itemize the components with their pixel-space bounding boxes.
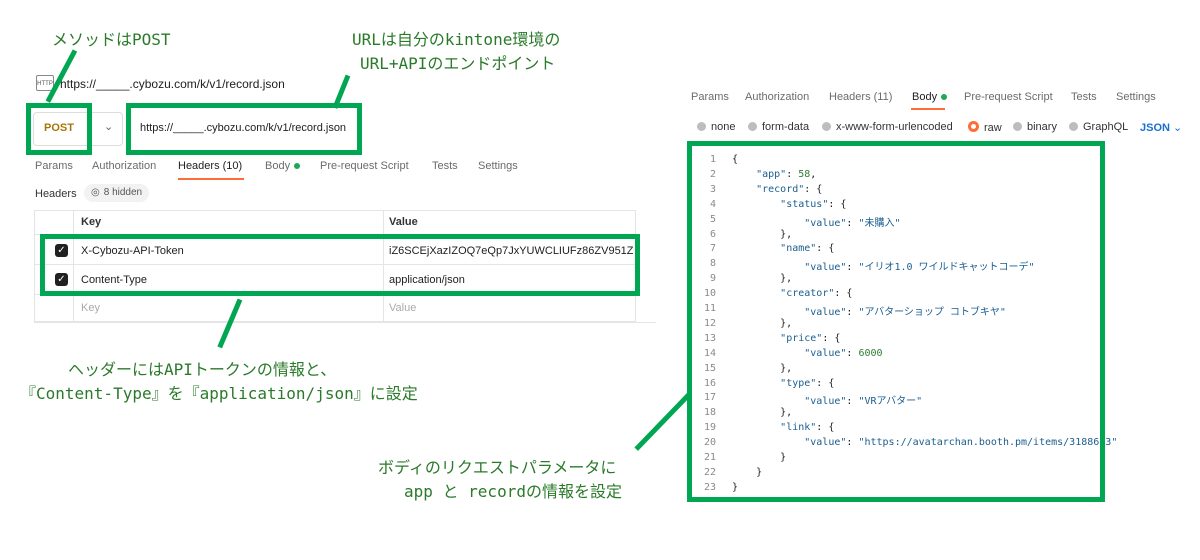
method-highlight-box	[26, 103, 92, 155]
active-tab-underline	[178, 178, 244, 180]
mode-form-data[interactable]: form-data	[748, 121, 809, 133]
radio-selected-icon	[968, 121, 979, 132]
body-note-line1: ボディのリクエストパラメータに	[378, 458, 617, 477]
col-value-header: Value	[389, 216, 418, 228]
radio-icon	[1069, 122, 1078, 131]
new-key-input[interactable]: Key	[81, 302, 100, 314]
method-note: メソッドはPOST	[52, 30, 171, 49]
tab-pre-request-script[interactable]: Pre-request Script	[320, 160, 409, 172]
mode-urlencoded[interactable]: x-www-form-urlencoded	[822, 121, 953, 133]
mode-graphql-label: GraphQL	[1083, 121, 1129, 133]
radio-icon	[697, 122, 706, 131]
mode-form-data-label: form-data	[762, 121, 810, 133]
radio-icon	[1013, 122, 1022, 131]
divider	[34, 322, 656, 323]
right-tab-pre-request-script[interactable]: Pre-request Script	[964, 91, 1053, 103]
url-note-line2: URL+APIのエンドポイント	[360, 54, 556, 73]
right-tab-body-label: Body	[912, 91, 938, 103]
tab-body-label: Body	[265, 160, 291, 172]
tab-params[interactable]: Params	[35, 160, 73, 172]
right-active-tab-underline	[911, 108, 945, 110]
url-highlight-box	[126, 103, 362, 155]
right-tab-headers[interactable]: Headers (11)	[829, 91, 892, 103]
tab-body[interactable]: Body	[265, 160, 301, 172]
tab-headers[interactable]: Headers (10)	[178, 160, 242, 172]
mode-graphql[interactable]: GraphQL	[1069, 121, 1128, 133]
tab-settings[interactable]: Settings	[478, 160, 518, 172]
mode-binary[interactable]: binary	[1013, 121, 1057, 133]
mode-none[interactable]: none	[697, 121, 735, 133]
body-highlight-box	[687, 141, 1105, 502]
headers-note-line2: 『Content-Type』を『application/json』に設定	[20, 384, 418, 403]
hidden-headers-toggle[interactable]: ◎ 8 hidden	[84, 184, 150, 202]
body-note-line2: app と recordの情報を設定	[404, 482, 622, 501]
headers-highlight-box	[40, 234, 640, 296]
body-indicator-dot	[294, 163, 301, 170]
url-note-line1: URLは自分のkintone環境の	[352, 30, 561, 49]
mode-binary-label: binary	[1027, 121, 1057, 133]
chevron-down-icon[interactable]: ⌄	[104, 120, 113, 133]
right-tab-authorization[interactable]: Authorization	[745, 91, 809, 103]
right-tab-body[interactable]: Body	[912, 91, 948, 103]
new-value-input[interactable]: Value	[389, 302, 416, 314]
request-title: https://_____.cybozu.com/k/v1/record.jso…	[60, 77, 285, 91]
eye-icon: ◎	[91, 187, 100, 198]
radio-icon	[748, 122, 757, 131]
right-body-indicator-dot	[941, 94, 948, 101]
headers-note-line1: ヘッダーにはAPIトークンの情報と、	[68, 360, 337, 379]
format-label: JSON	[1140, 122, 1170, 134]
mode-urlencoded-label: x-www-form-urlencoded	[836, 121, 953, 133]
hidden-count: 8 hidden	[103, 187, 143, 198]
radio-icon	[822, 122, 831, 131]
tab-tests[interactable]: Tests	[432, 160, 458, 172]
tab-authorization[interactable]: Authorization	[92, 160, 156, 172]
col-key-header: Key	[81, 216, 102, 228]
mode-raw[interactable]: raw	[968, 121, 1002, 134]
mode-raw-label: raw	[984, 122, 1002, 134]
body-connector-line	[634, 392, 691, 451]
right-tab-tests[interactable]: Tests	[1071, 91, 1097, 103]
right-tab-params[interactable]: Params	[691, 91, 729, 103]
format-select[interactable]: JSON ⌄	[1140, 121, 1182, 134]
right-tab-settings[interactable]: Settings	[1116, 91, 1156, 103]
chevron-down-icon: ⌄	[1173, 122, 1183, 134]
mode-none-label: none	[711, 121, 736, 133]
headers-label: Headers	[35, 188, 77, 200]
